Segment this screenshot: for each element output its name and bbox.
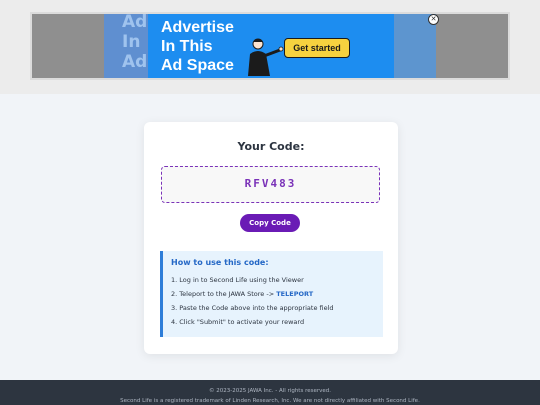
code-value[interactable]: RFV483 <box>162 177 379 190</box>
footer: © 2023-2025 JAWA Inc. - All rights reser… <box>0 380 540 405</box>
ad-banner-area: Ad In Ad Advertise In This Ad Space Get … <box>0 0 540 94</box>
get-started-button[interactable]: Get started <box>284 38 350 58</box>
step-3: 3. Paste the Code above into the appropr… <box>171 304 334 312</box>
how-to-panel: How to use this code: 1. Log in to Secon… <box>160 251 383 337</box>
step-1: 1. Log in to Second Life using the Viewe… <box>171 276 304 284</box>
footer-copyright: © 2023-2025 JAWA Inc. - All rights reser… <box>209 388 331 394</box>
step-2: 2. Teleport to the JAWA Store -> TELEPOR… <box>171 290 313 298</box>
code-card: Your Code: RFV483 Copy Code How to use t… <box>144 122 398 354</box>
step-2-text: 2. Teleport to the JAWA Store -> <box>171 290 275 298</box>
ad-ghost-text: Ad In Ad <box>104 14 148 78</box>
ad-headline-line-1: Advertise <box>161 19 234 36</box>
teleport-link[interactable]: TELEPORT <box>276 290 313 298</box>
code-display[interactable]: RFV483 <box>161 166 380 203</box>
close-icon[interactable]: ✕ <box>428 14 439 25</box>
how-to-title: How to use this code: <box>171 258 269 267</box>
copy-code-button[interactable]: Copy Code <box>240 214 300 232</box>
footer-disclaimer: Second Life is a registered trademark of… <box>120 398 420 404</box>
person-illustration-icon <box>248 38 284 76</box>
step-4: 4. Click "Submit" to activate your rewar… <box>171 318 305 326</box>
ad-ghost-line-1: Ad <box>122 14 148 32</box>
ad-headline-line-2: In This <box>161 38 213 55</box>
ad-ghost-line-3: Ad <box>122 52 148 72</box>
ad-headline[interactable]: Advertise In This Ad Space <box>161 18 234 75</box>
ad-ghost-line-2: In <box>122 32 141 52</box>
ad-headline-line-3: Ad Space <box>161 57 234 74</box>
card-title: Your Code: <box>237 140 305 153</box>
